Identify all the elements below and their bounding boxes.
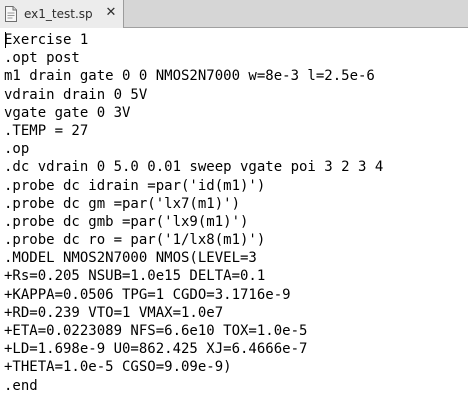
code-line: Exercise 1 (4, 32, 89, 48)
code-line: m1 drain gate 0 0 NMOS2N7000 w=8e-3 l=2.… (4, 68, 375, 85)
code-line: .opt post (4, 50, 80, 67)
code-line: vgate gate 0 3V (4, 104, 131, 121)
code-line: +Rs=0.205 NSUB=1.0e15 DELTA=0.1 (4, 268, 266, 285)
code-line: +RD=0.239 VTO=1 VMAX=1.0e7 (4, 304, 224, 321)
code-line: .end (4, 377, 38, 394)
code-line: .MODEL NMOS2N7000 NMOS(LEVEL=3 (4, 250, 257, 267)
code-line: +LD=1.698e-9 U0=862.425 XJ=6.4666e-7 (4, 341, 308, 358)
code-text: Exercise 1 .opt post m1 drain gate 0 0 NMO… (4, 31, 383, 395)
text-editor[interactable]: Exercise 1 .opt post m1 drain gate 0 0 NMO… (0, 29, 468, 411)
document-icon (5, 6, 17, 22)
code-line: .probe dc gm =par('lx7(m1)') (4, 195, 241, 212)
code-line: .probe dc ro = par('1/lx8(m1)') (4, 232, 266, 249)
code-line: .op (4, 141, 30, 158)
tab-ex1-test-sp[interactable]: ex1_test.sp ✕ (0, 0, 124, 28)
code-line: +ETA=0.0223089 NFS=6.6e10 TOX=1.0e-5 (4, 323, 308, 339)
code-line: .TEMP = 27 (4, 122, 89, 139)
tab-title: ex1_test.sp (24, 7, 93, 21)
code-line: +KAPPA=0.0506 TPG=1 CGDO=3.1716e-9 (4, 286, 291, 303)
code-line: .probe dc gmb =par('lx9(m1)') (4, 213, 249, 230)
tab-bar: ex1_test.sp ✕ (0, 0, 468, 28)
code-line: +THETA=1.0e-5 CGSO=9.09e-9) (4, 359, 232, 376)
close-icon[interactable]: ✕ (103, 4, 119, 22)
code-line: .probe dc idrain =par('id(m1)') (4, 177, 266, 194)
code-line: vdrain drain 0 5V (4, 86, 148, 103)
code-line: .dc vdrain 0 5.0 0.01 sweep vgate poi 3 … (4, 159, 384, 176)
